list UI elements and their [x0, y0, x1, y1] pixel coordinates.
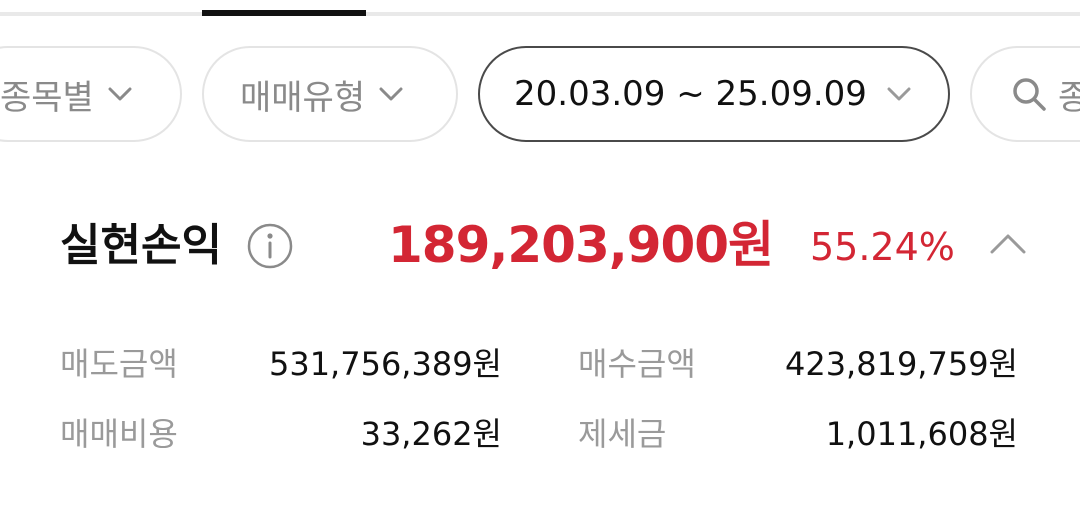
- sell-amount-label: 매도금액: [60, 345, 178, 383]
- date-range-label: 20.03.09 ~ 25.09.09: [514, 74, 867, 114]
- item-filter-label: 종목별: [0, 77, 94, 118]
- tax-value: 1,011,608원: [825, 415, 1018, 453]
- buy-amount-label: 매수금액: [578, 345, 696, 383]
- date-range-filter-chip[interactable]: 20.03.09 ~ 25.09.09: [478, 46, 950, 142]
- trade-type-filter-chip[interactable]: 매매유형: [202, 46, 458, 142]
- search-icon: [1013, 78, 1046, 111]
- trade-cost-value: 33,262원: [360, 415, 502, 453]
- search-placeholder: 종: [1058, 70, 1080, 119]
- buy-amount-value: 423,819,759원: [784, 345, 1018, 383]
- trade-cost-label: 매매비용: [60, 415, 178, 453]
- item-filter-chip[interactable]: 종목별: [0, 46, 182, 142]
- sell-amount-value: 531,756,389원: [268, 345, 502, 383]
- chevron-down-icon: [379, 87, 403, 101]
- search-chip[interactable]: 종: [970, 46, 1080, 142]
- chevron-down-icon: [108, 87, 132, 101]
- tax-label: 제세금: [578, 415, 667, 453]
- realized-profit-amount: 189,203,900원: [388, 216, 774, 274]
- info-icon[interactable]: [246, 222, 294, 270]
- tab-track: [0, 12, 1080, 16]
- realized-profit-label: 실현손익: [60, 220, 222, 271]
- realized-profit-rate: 55.24%: [810, 225, 955, 269]
- chevron-up-icon[interactable]: [988, 228, 1028, 260]
- active-tab-indicator: [202, 10, 366, 16]
- trade-type-filter-label: 매매유형: [240, 77, 366, 118]
- chevron-down-icon: [887, 87, 911, 101]
